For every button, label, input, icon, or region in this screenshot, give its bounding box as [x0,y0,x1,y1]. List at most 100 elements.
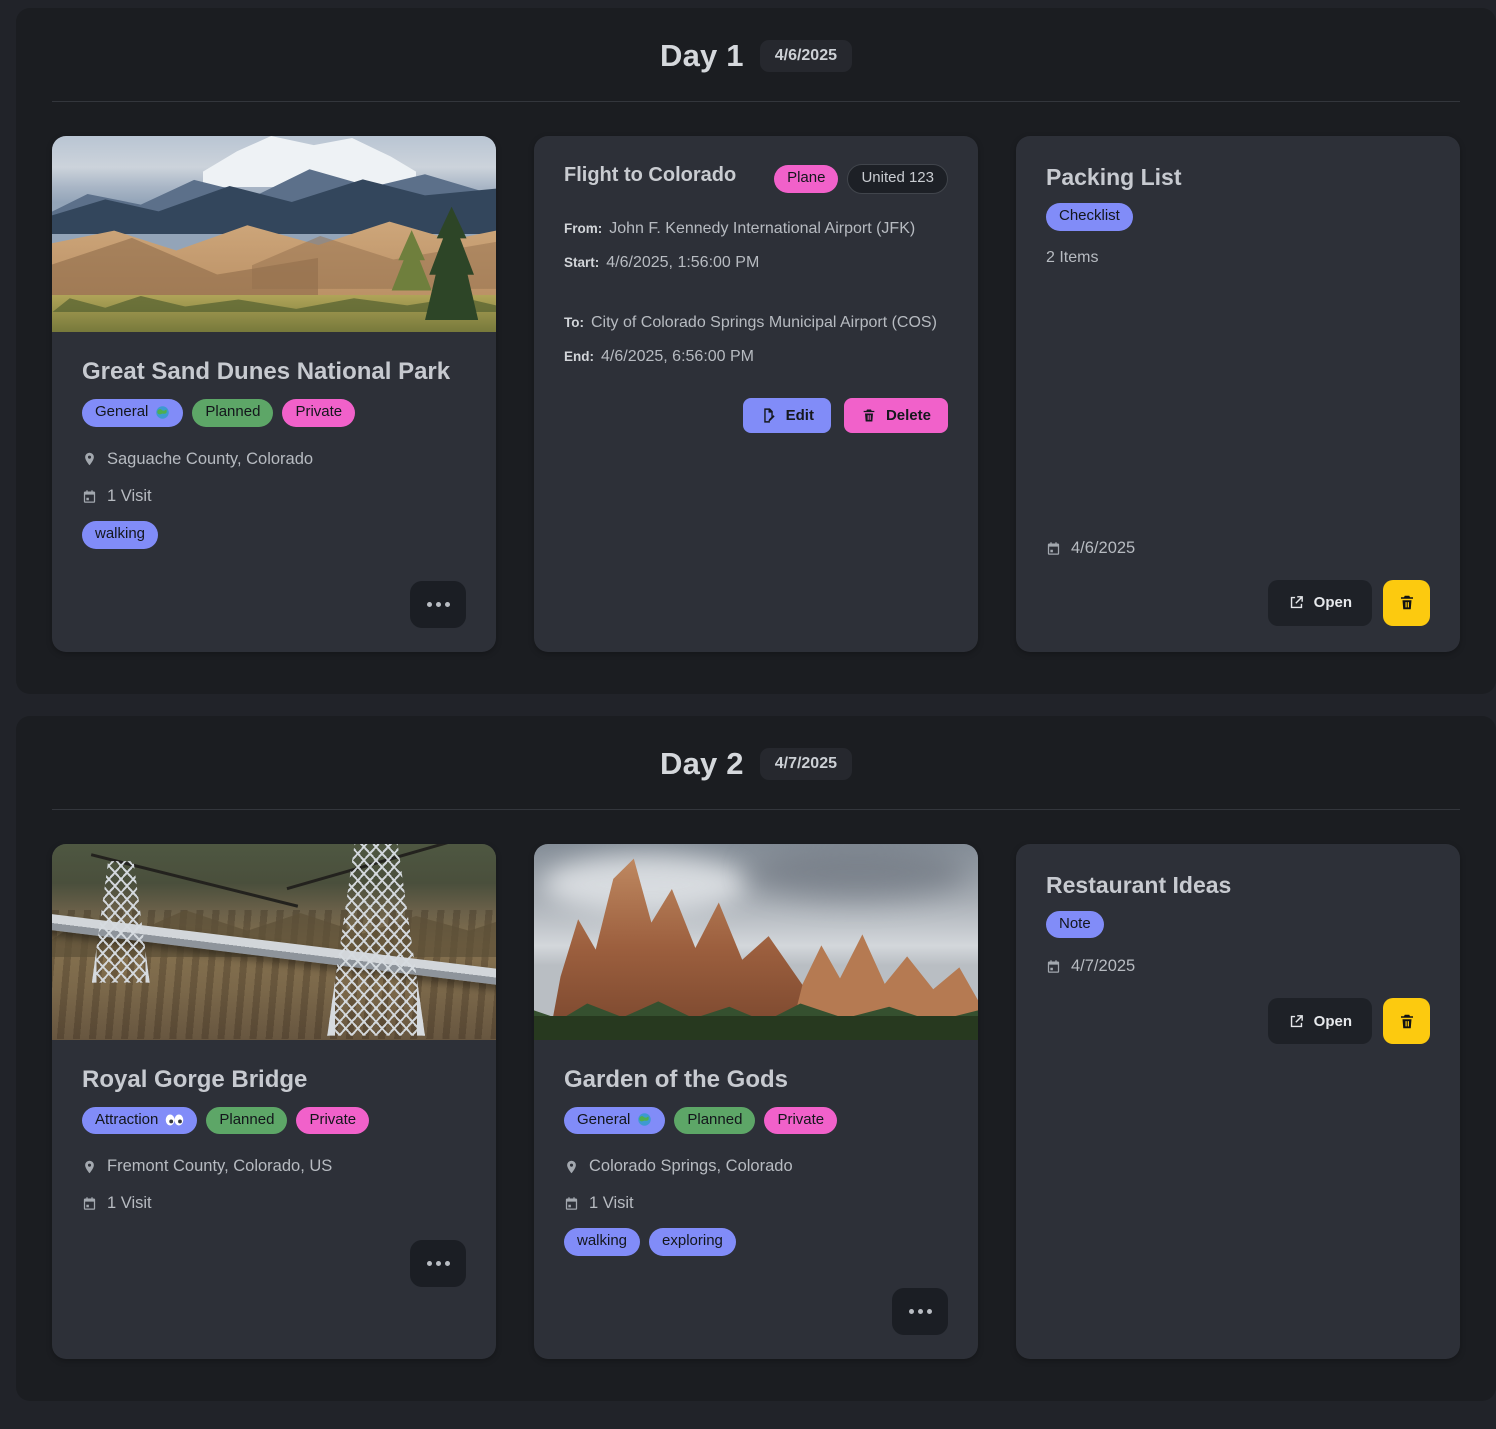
delete-checklist-button[interactable] [1383,580,1430,626]
visits-row: 1 Visit [82,487,466,506]
flight-title: Flight to Colorado [564,164,736,187]
tag-label: General [95,403,148,422]
place-card-body: Garden of the Gods General Planned Priva… [534,1040,978,1360]
activity-tag: walking [564,1228,640,1256]
note-title: Restaurant Ideas [1046,872,1430,899]
location-row: Saguache County, Colorado [82,450,466,469]
end-label: End: [564,349,594,364]
checklist-title: Packing List [1046,164,1430,191]
place-title: Great Sand Dunes National Park [82,358,466,386]
map-pin-icon [82,451,97,467]
activity-row: walking exploring [564,1228,948,1256]
tag-general: General [564,1107,665,1135]
day1-title: Day 1 [660,38,744,74]
more-options-button[interactable] [410,581,466,628]
globe-emoji-icon [637,1112,652,1127]
checklist-type-badge: Checklist [1046,203,1133,231]
note-date: 4/7/2025 [1071,957,1135,976]
place-card-body: Royal Gorge Bridge Attraction Planned Pr… [52,1040,496,1360]
tag-private: Private [296,1107,369,1135]
tag-row: Attraction Planned Private [82,1107,466,1135]
more-options-button[interactable] [892,1288,948,1335]
trash-icon [1398,593,1416,612]
flight-card-body: Flight to Colorado Plane United 123 From… [534,136,978,652]
day2-cards: Royal Gorge Bridge Attraction Planned Pr… [16,810,1496,1360]
start-label: Start: [564,255,599,270]
document-edit-icon [760,407,777,424]
tag-private: Private [764,1107,837,1135]
location-row: Colorado Springs, Colorado [564,1157,948,1176]
more-options-button[interactable] [410,1240,466,1287]
day2-date-badge: 4/7/2025 [760,748,852,780]
tag-label: General [577,1111,630,1130]
visits-row: 1 Visit [82,1194,466,1213]
place-photo-garden-of-the-gods [534,844,978,1040]
flight-card[interactable]: Flight to Colorado Plane United 123 From… [534,136,978,652]
flight-number-badge: United 123 [847,164,948,194]
day2-header: Day 2 4/7/2025 [16,746,1496,782]
location-row: Fremont County, Colorado, US [82,1157,466,1176]
day2-section: Day 2 4/7/2025 Royal Gorge Bridge Attrac… [16,716,1496,1402]
tag-private: Private [282,399,355,427]
transport-mode-badge: Plane [774,165,838,193]
external-link-icon [1288,1013,1305,1030]
start-value: 4/6/2025, 1:56:00 PM [606,254,759,271]
tag-planned: Planned [192,399,273,427]
visits-text: 1 Visit [107,487,152,506]
end-value: 4/6/2025, 6:56:00 PM [601,348,754,365]
checklist-card-body: Packing List Checklist 2 Items 4/6/2025 … [1016,136,1460,652]
day1-date-badge: 4/6/2025 [760,40,852,72]
place-photo-great-sand-dunes [52,136,496,332]
activity-row: walking [82,521,466,549]
delete-note-button[interactable] [1383,998,1430,1044]
location-text: Colorado Springs, Colorado [589,1157,793,1176]
note-type-badge: Note [1046,911,1104,939]
day1-section: Day 1 4/6/2025 Great Sand Dunes National… [16,8,1496,694]
day2-title: Day 2 [660,746,744,782]
place-photo-royal-gorge-bridge [52,844,496,1040]
arrival-info: To: City of Colorado Springs Municipal Ai… [564,314,948,382]
calendar-icon [1046,959,1061,974]
tag-attraction: Attraction [82,1107,197,1135]
from-label: From: [564,221,602,236]
trash-icon [861,407,877,424]
eyes-emoji-icon [165,1114,184,1126]
from-value: John F. Kennedy International Airport (J… [609,220,915,237]
calendar-icon [1046,541,1061,556]
trash-icon [1398,1012,1416,1031]
edit-button[interactable]: Edit [743,398,831,433]
activity-tag: exploring [649,1228,736,1256]
calendar-icon [564,1196,579,1211]
location-text: Saguache County, Colorado [107,450,313,469]
checklist-date: 4/6/2025 [1071,539,1135,558]
checklist-card-packing-list[interactable]: Packing List Checklist 2 Items 4/6/2025 … [1016,136,1460,652]
to-label: To: [564,315,584,330]
note-card-body: Restaurant Ideas Note 4/7/2025 Open [1016,844,1460,1360]
delete-button[interactable]: Delete [844,398,948,433]
day1-cards: Great Sand Dunes National Park General P… [16,102,1496,652]
departure-info: From: John F. Kennedy International Airpo… [564,220,948,288]
note-date-row: 4/7/2025 [1046,957,1430,976]
tag-planned: Planned [674,1107,755,1135]
visits-row: 1 Visit [564,1194,948,1213]
day1-header: Day 1 4/6/2025 [16,38,1496,74]
checklist-date-row: 4/6/2025 [1046,539,1430,558]
tag-row: General Planned Private [82,399,466,427]
tag-planned: Planned [206,1107,287,1135]
to-value: City of Colorado Springs Municipal Airpo… [591,314,937,331]
open-button[interactable]: Open [1268,998,1372,1044]
note-card-restaurant-ideas[interactable]: Restaurant Ideas Note 4/7/2025 Open [1016,844,1460,1360]
place-card-royal-gorge-bridge[interactable]: Royal Gorge Bridge Attraction Planned Pr… [52,844,496,1360]
open-button[interactable]: Open [1268,580,1372,626]
tag-row: General Planned Private [564,1107,948,1135]
location-text: Fremont County, Colorado, US [107,1157,332,1176]
map-pin-icon [564,1159,579,1175]
visits-text: 1 Visit [589,1194,634,1213]
place-card-garden-of-the-gods[interactable]: Garden of the Gods General Planned Priva… [534,844,978,1360]
calendar-icon [82,1196,97,1211]
tag-label: Attraction [95,1111,158,1130]
items-count: 2 Items [1046,249,1430,267]
itinerary-page: { "colors": { "accent_purple": "#818cf8"… [0,0,1496,1429]
place-card-great-sand-dunes[interactable]: Great Sand Dunes National Park General P… [52,136,496,652]
calendar-icon [82,489,97,504]
